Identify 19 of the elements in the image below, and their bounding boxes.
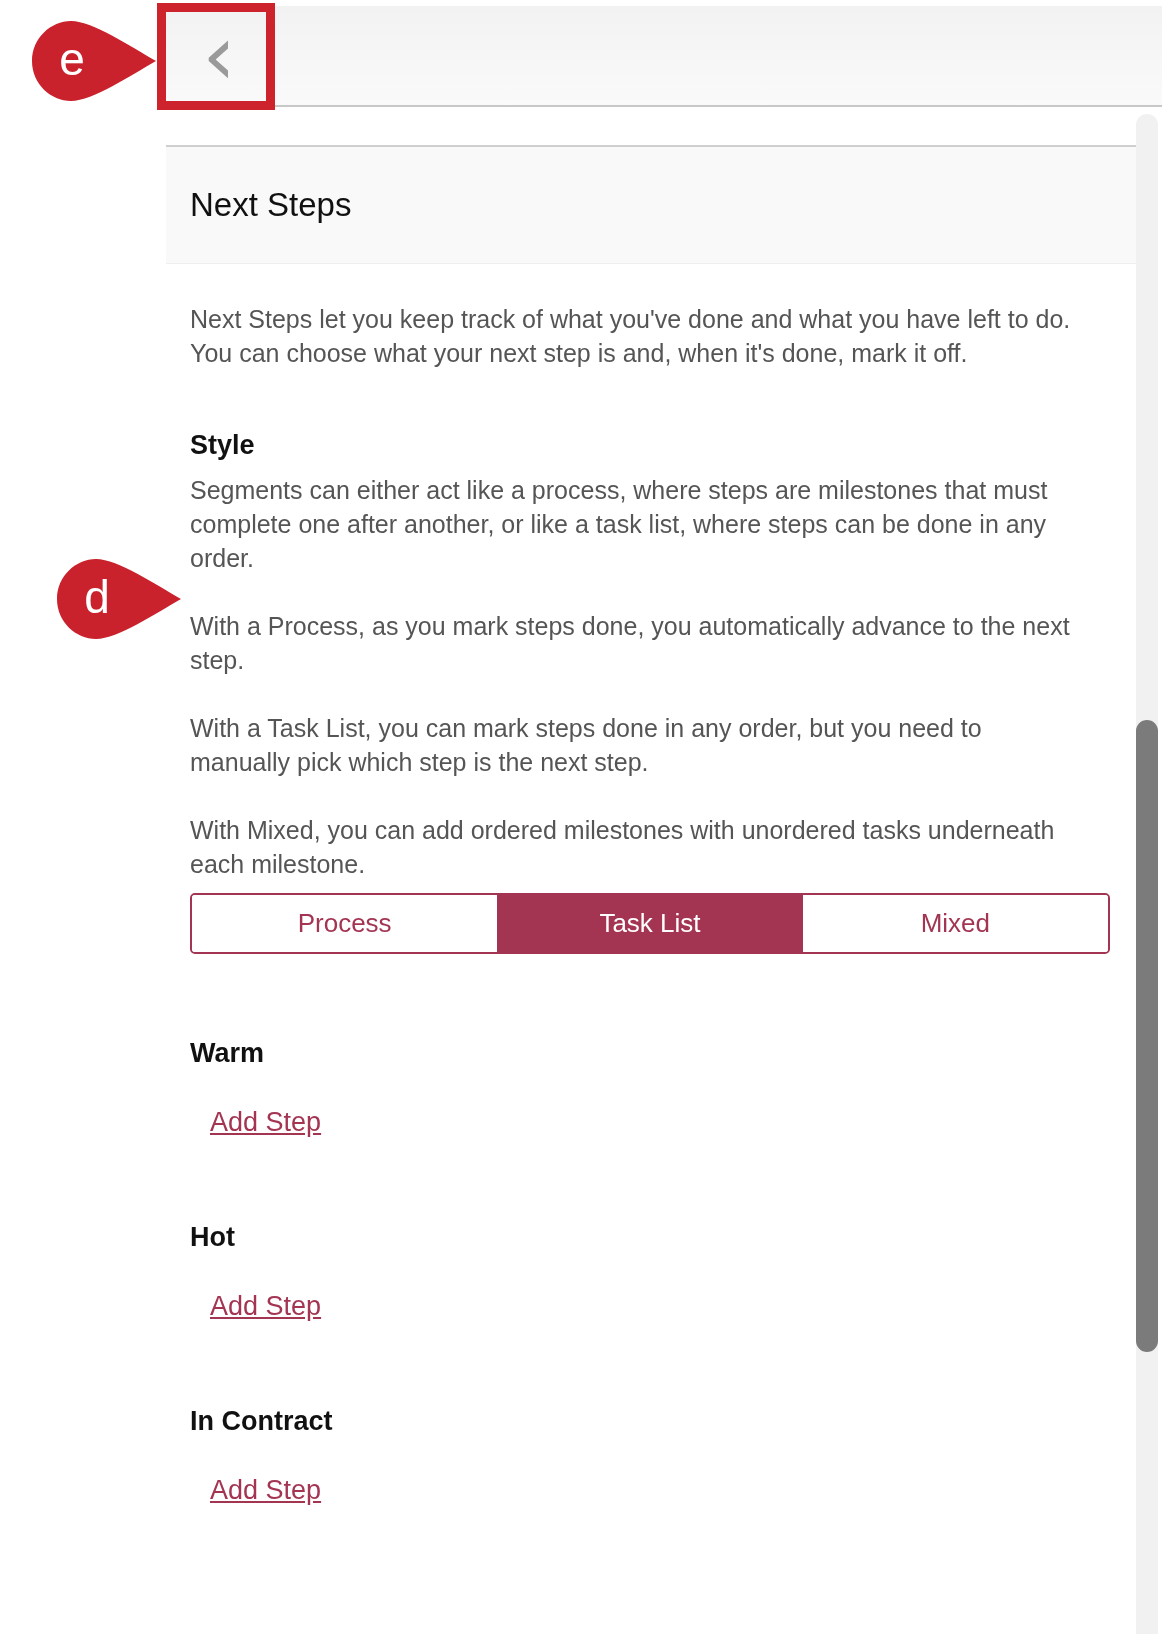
segment-heading: Warm (190, 1038, 265, 1069)
add-step-link[interactable]: Add Step (210, 1107, 322, 1138)
scrollbar-thumb[interactable] (1136, 720, 1158, 1352)
section-title: Next Steps (190, 186, 352, 224)
callout-marker: e (59, 32, 85, 86)
intro-text: Next Steps let you keep track of what you've done and what you have left to do. You can choose what your next step is and, when it's done, mark it off. (190, 304, 1072, 369)
add-step-link[interactable]: Add Step (210, 1475, 322, 1506)
description-text: Segments can either act like a process, where steps are milestones that must complete one after another, or like a task list, where steps can be done in any order. (190, 475, 1049, 574)
callout-pin-icon (31, 20, 157, 102)
add-step-link[interactable]: Add Step (210, 1291, 322, 1322)
style-heading: Style (190, 430, 256, 461)
segment-heading: Hot (190, 1222, 236, 1253)
callout-marker: d (84, 570, 110, 624)
segment-heading: In Contract (190, 1406, 334, 1437)
description-text: With a Task List, you can mark steps done in any order, but you need to manually pick which step is the next step. (190, 713, 983, 778)
description-text: With Mixed, you can add ordered milestones with unordered tasks underneath each milestone. (190, 815, 1056, 880)
segment-option[interactable]: Task List (497, 895, 803, 952)
description-text: With a Process, as you mark steps done, you automatically advance to the next step. (190, 611, 1071, 676)
callout-pin-icon (56, 558, 182, 640)
